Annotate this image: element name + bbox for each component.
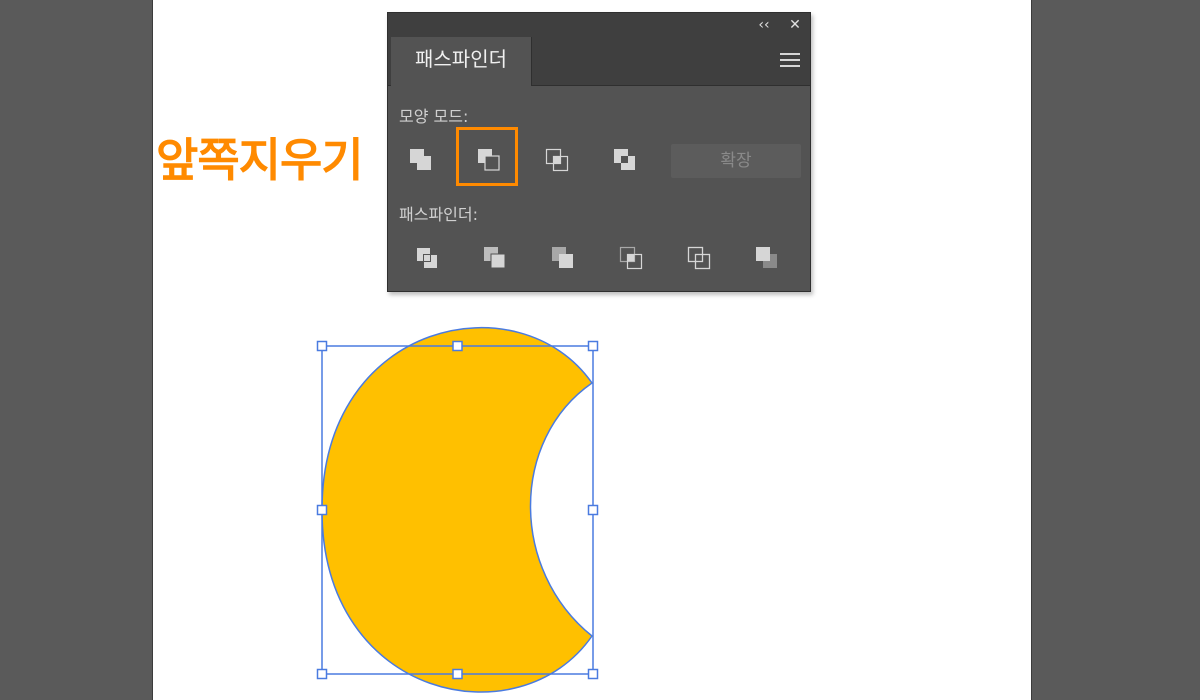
handle-middle-left[interactable]	[316, 504, 328, 516]
handle-bottom-right[interactable]	[587, 668, 599, 680]
tab-pathfinder[interactable]: 패스파인더	[391, 37, 532, 86]
close-panel-button[interactable]: ✕	[784, 15, 806, 35]
pathfinder-panel: ‹‹ ✕ 패스파인더 모양 모드: 확장 패스파인더:	[387, 12, 811, 292]
handle-top-left[interactable]	[316, 340, 328, 352]
exclude-icon[interactable]	[610, 145, 642, 177]
panel-tab-row: 패스파인더	[388, 37, 810, 86]
crop-icon[interactable]	[616, 243, 648, 275]
crescent-shape[interactable]	[321, 326, 594, 693]
handle-bottom-center[interactable]	[452, 668, 463, 680]
panel-titlebar[interactable]: ‹‹ ✕	[388, 13, 810, 38]
handle-bottom-left[interactable]	[316, 668, 328, 680]
outline-icon[interactable]	[684, 243, 716, 275]
minus-back-icon[interactable]	[752, 243, 784, 275]
handle-top-center[interactable]	[452, 340, 463, 352]
intersect-icon[interactable]	[542, 145, 574, 177]
selected-mode-highlight	[456, 127, 518, 186]
panel-menu-icon[interactable]	[780, 53, 800, 69]
merge-icon[interactable]	[548, 243, 580, 275]
trim-icon[interactable]	[480, 243, 512, 275]
expand-button[interactable]: 확장	[671, 144, 801, 178]
handle-top-right[interactable]	[587, 340, 599, 352]
collapse-panel-button[interactable]: ‹‹	[753, 15, 775, 35]
unite-icon[interactable]	[406, 145, 438, 177]
pathfinders-label: 패스파인더:	[399, 205, 478, 224]
divide-icon[interactable]	[412, 243, 444, 275]
handle-middle-right[interactable]	[587, 504, 599, 516]
shape-modes-label: 모양 모드:	[399, 107, 469, 126]
